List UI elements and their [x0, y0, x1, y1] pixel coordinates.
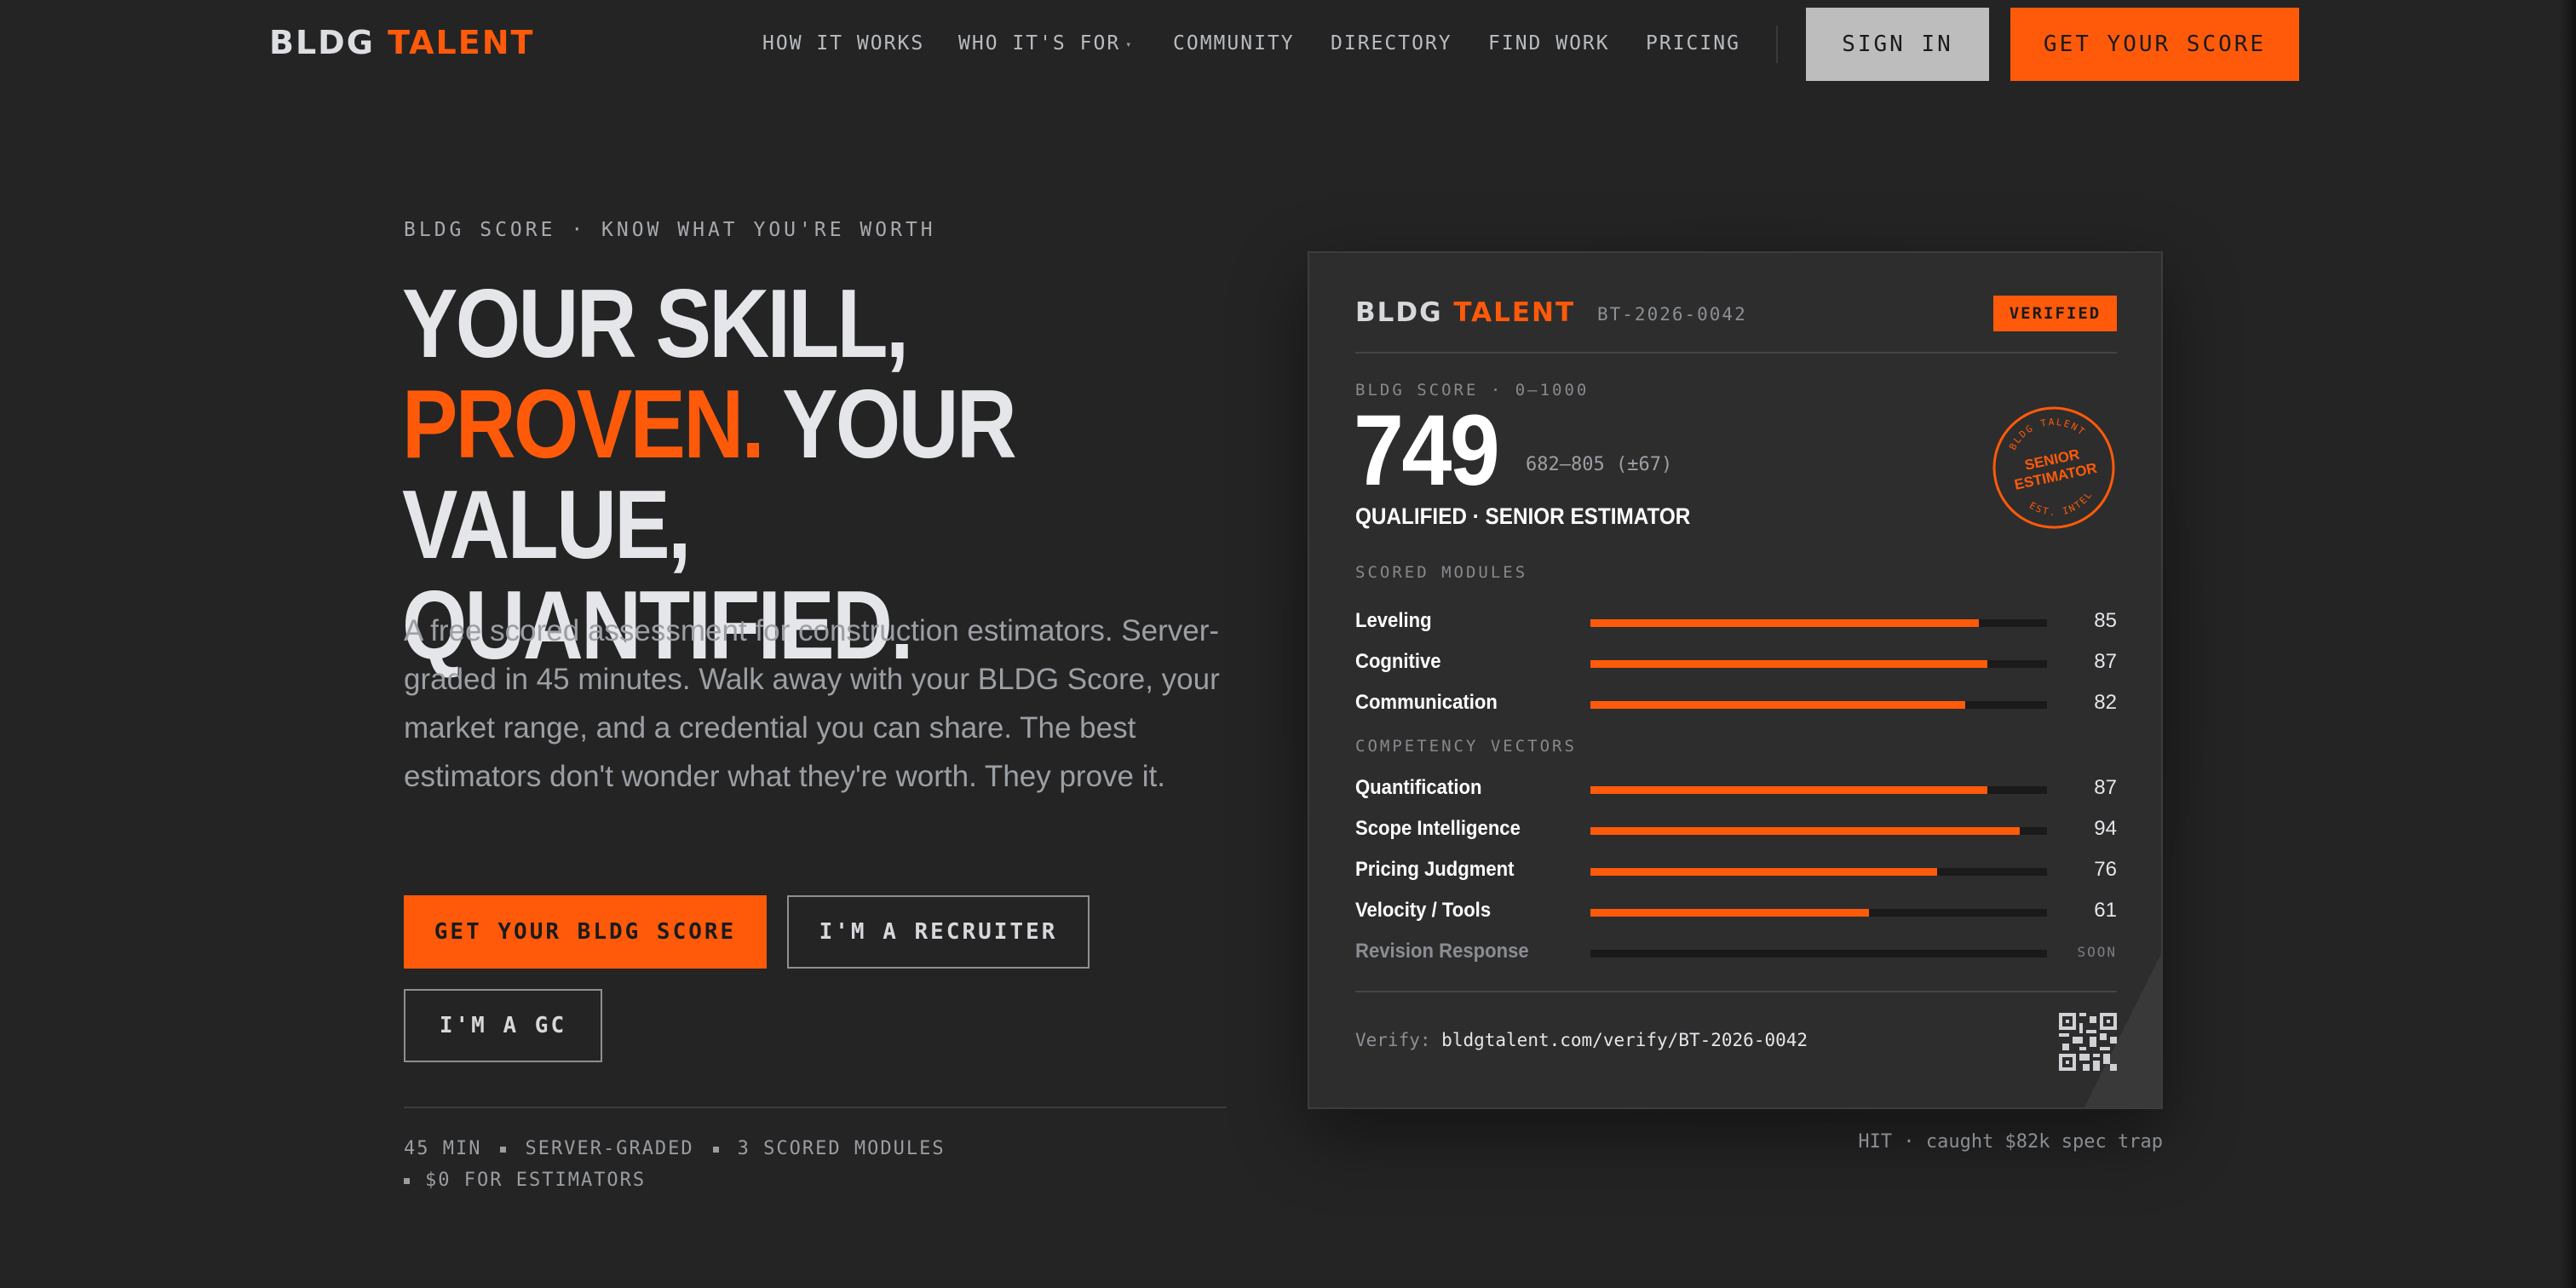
nav-link-label: COMMUNITY [1173, 32, 1295, 55]
nav-link-pricing[interactable]: PRICING [1646, 32, 1740, 55]
bar-value: 94 [2094, 817, 2117, 840]
nav-link-who-its-for[interactable]: WHO IT'S FOR ▾ [958, 32, 1133, 55]
modules-eyebrow: SCORED MODULES [1355, 563, 1528, 582]
sign-in-button[interactable]: SIGN IN [1806, 8, 1989, 81]
bar-fill [1590, 619, 1979, 627]
meta-item: $0 FOR ESTIMATORS [425, 1170, 647, 1191]
bar-row: Pricing Judgment 76 [1355, 854, 2117, 888]
bar-fill [1590, 909, 1869, 917]
meta-item: 45 MIN [404, 1138, 482, 1159]
bullet-icon [404, 1177, 410, 1184]
bar-row: Cognitive 87 [1355, 647, 2117, 681]
meta-item: 3 SCORED MODULES [737, 1138, 946, 1159]
nav-link-label: PRICING [1646, 32, 1740, 55]
headline-line-1: YOUR SKILL, [402, 270, 909, 378]
logo-main: BLDG [269, 24, 375, 61]
bar-row-pending: Revision Response SOON [1355, 936, 2117, 970]
bullet-icon [712, 1146, 719, 1153]
chevron-down-icon: ▾ [1125, 37, 1134, 50]
bar-label: Leveling [1355, 609, 1432, 632]
nav-link-label: FIND WORK [1488, 32, 1610, 55]
headline-accent: PROVEN. [402, 371, 765, 479]
hero-lede: A free scored assessment for constructio… [404, 614, 1220, 793]
top-nav: BLDG TALENT HOW IT WORKS WHO IT'S FOR ▾ C… [0, 0, 2576, 89]
nav-link-community[interactable]: COMMUNITY [1173, 32, 1295, 55]
bar-value: 85 [2094, 609, 2117, 632]
card-divider [1355, 991, 2117, 992]
get-your-score-button[interactable]: GET YOUR SCORE [2010, 8, 2299, 81]
bar-label: Velocity / Tools [1355, 899, 1492, 922]
bar-track [1590, 827, 2047, 835]
bar-label: Communication [1355, 691, 1498, 714]
headline-line-2: YOUR [762, 371, 1017, 479]
bar-label: Quantification [1355, 776, 1482, 799]
nav-link-label: WHO IT'S FOR [958, 32, 1121, 55]
page-edge [2559, 0, 2576, 1288]
card-logo: BLDG TALENT [1355, 297, 1575, 328]
qr-code-icon[interactable] [2059, 1013, 2117, 1071]
nav-link-find-work[interactable]: FIND WORK [1488, 32, 1610, 55]
bar-fill [1590, 868, 1938, 876]
highlight-note: HIT · caught $82k spec trap [1858, 1131, 2163, 1153]
nav-link-how-it-works[interactable]: HOW IT WORKS [762, 32, 924, 55]
bar-fill [1590, 786, 1988, 794]
site-logo[interactable]: BLDG TALENT [269, 24, 534, 61]
recruiter-button[interactable]: I'M A RECRUITER [787, 895, 1090, 969]
bar-fill [1590, 701, 1965, 709]
card-divider [1355, 352, 2117, 354]
hero-meta: 45 MIN SERVER-GRADED 3 SCORED MODULES $0 F… [404, 1133, 1017, 1196]
bar-track [1590, 619, 2047, 627]
bar-row: Velocity / Tools 61 [1355, 895, 2117, 929]
meta-item: SERVER-GRADED [525, 1138, 694, 1159]
bar-track [1590, 660, 2047, 668]
vectors-eyebrow: COMPETENCY VECTORS [1355, 737, 1577, 756]
verified-badge: VERIFIED [1993, 296, 2117, 331]
card-logo-accent: TALENT [1453, 297, 1576, 328]
bar-row: Communication 82 [1355, 687, 2117, 722]
bar-value: 87 [2094, 650, 2117, 673]
score-range: 682–805 (±67) [1526, 454, 1673, 475]
bar-fill [1590, 827, 2020, 835]
bar-label: Revision Response [1355, 940, 1529, 963]
bar-track [1590, 786, 2047, 794]
bar-track [1590, 909, 2047, 917]
get-bldg-score-button[interactable]: GET YOUR BLDG SCORE [404, 895, 767, 969]
bar-row: Leveling 85 [1355, 606, 2117, 640]
bar-value: 87 [2094, 776, 2117, 799]
card-id: BT-2026-0042 [1597, 304, 1747, 325]
nav-link-label: HOW IT WORKS [762, 32, 925, 55]
nav-link-label: DIRECTORY [1331, 32, 1452, 55]
bar-track [1590, 701, 2047, 709]
soon-badge: SOON [2077, 944, 2117, 960]
bar-fill [1590, 660, 1988, 668]
logo-accent: TALENT [388, 24, 535, 61]
score-card: BLDG TALENT BT-2026-0042 VERIFIED BLDG S… [1308, 251, 2163, 1109]
score-value: 749 [1354, 394, 1500, 507]
gc-button[interactable]: I'M A GC [404, 989, 602, 1062]
verify-line: Verify: bldgtalent.com/verify/BT-2026-00… [1355, 1030, 1808, 1050]
bar-value: 82 [2094, 691, 2117, 714]
bar-value: 61 [2094, 899, 2117, 922]
hero-divider [404, 1107, 1227, 1108]
qualification: QUALIFIED · SENIOR ESTIMATOR [1355, 503, 1691, 529]
senior-estimator-seal-icon: BLDG TALENT SENIOR ESTIMATOR EST. INTEL [1992, 406, 2115, 529]
bar-track [1590, 950, 2047, 957]
bar-row: Quantification 87 [1355, 773, 2117, 807]
bullet-icon [500, 1146, 507, 1153]
bar-label: Scope Intelligence [1355, 817, 1521, 840]
card-logo-main: BLDG [1355, 297, 1443, 328]
bar-track [1590, 868, 2047, 876]
bar-label: Cognitive [1355, 650, 1441, 673]
verify-label: Verify: [1355, 1030, 1431, 1050]
verify-url[interactable]: bldgtalent.com/verify/BT-2026-0042 [1441, 1030, 1808, 1050]
bar-row: Scope Intelligence 94 [1355, 814, 2117, 848]
hero-eyebrow: BLDG SCORE · KNOW WHAT YOU'RE WORTH [404, 219, 936, 241]
bar-label: Pricing Judgment [1355, 858, 1515, 881]
nav-link-directory[interactable]: DIRECTORY [1331, 32, 1452, 55]
nav-divider [1776, 26, 1778, 63]
bar-value: 76 [2094, 858, 2117, 881]
